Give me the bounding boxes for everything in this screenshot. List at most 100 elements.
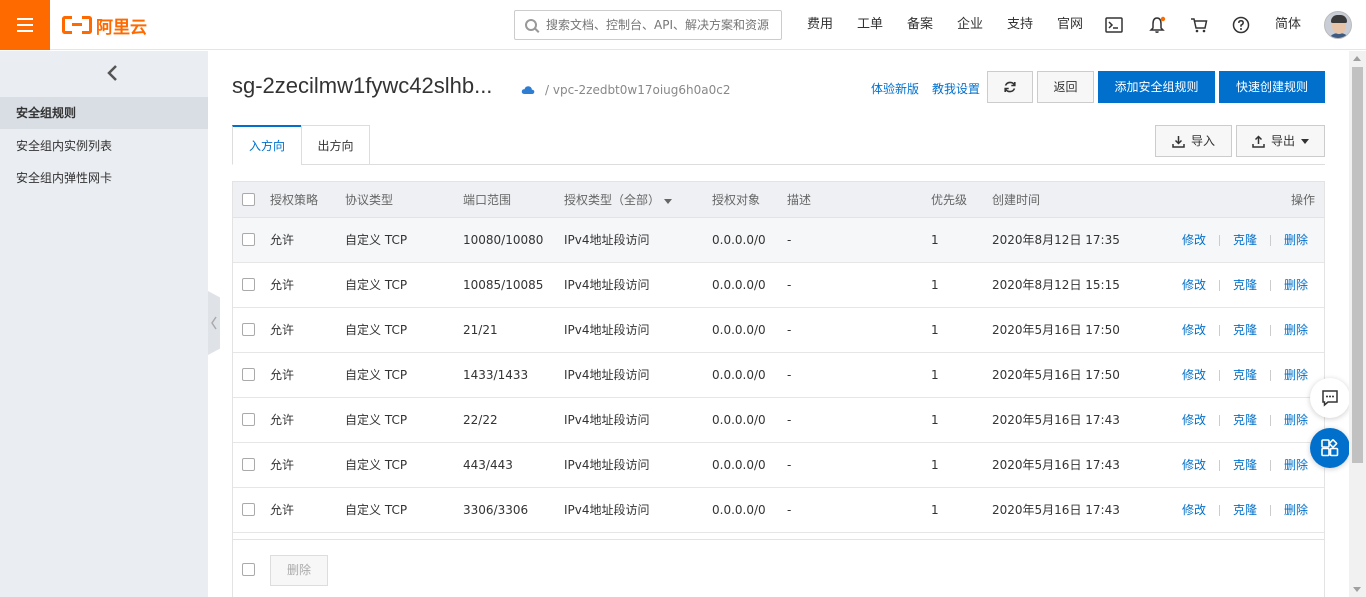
cell-object: 0.0.0.0/0 <box>712 503 766 517</box>
cell-priority: 1 <box>931 503 939 517</box>
delete-link[interactable]: 删除 <box>1284 218 1308 262</box>
row-checkbox[interactable] <box>242 233 255 246</box>
table-row: 允许 自定义 TCP 3306/3306 IPv4地址段访问 0.0.0.0/0 - 1 20… <box>233 488 1324 533</box>
bell-icon[interactable] <box>1147 15 1167 35</box>
apps-float-button[interactable] <box>1310 428 1350 468</box>
refresh-button[interactable] <box>987 71 1033 103</box>
edit-link[interactable]: 修改 <box>1182 218 1206 262</box>
delete-link[interactable]: 删除 <box>1284 353 1308 397</box>
nav-tickets[interactable]: 工单 <box>857 0 883 50</box>
search-box[interactable] <box>514 10 782 40</box>
clone-link[interactable]: 克隆 <box>1233 398 1257 442</box>
nav-enterprise[interactable]: 企业 <box>957 0 983 50</box>
clone-link[interactable]: 克隆 <box>1233 443 1257 487</box>
nav-fees[interactable]: 费用 <box>807 0 833 50</box>
add-rule-button[interactable]: 添加安全组规则 <box>1098 71 1215 103</box>
search-input[interactable] <box>546 18 776 32</box>
footer-select-all-checkbox[interactable] <box>242 563 255 576</box>
edit-link[interactable]: 修改 <box>1182 263 1206 307</box>
batch-delete-button[interactable]: 删除 <box>270 555 328 586</box>
cell-policy: 允许 <box>270 278 295 292</box>
clone-link[interactable]: 克隆 <box>1233 488 1257 532</box>
apps-grid-icon <box>1321 439 1339 457</box>
edit-link[interactable]: 修改 <box>1182 488 1206 532</box>
col-created: 创建时间 <box>992 193 1041 207</box>
cell-auth-type: IPv4地址段访问 <box>564 323 650 337</box>
cell-created: 2020年5月16日 17:43 <box>992 458 1120 472</box>
delete-link[interactable]: 删除 <box>1284 443 1308 487</box>
vpc-cloud-icon <box>521 84 535 98</box>
scroll-down-arrow-icon[interactable] <box>1353 587 1361 592</box>
aliyun-logo[interactable]: 阿里云 <box>62 14 147 38</box>
clone-link[interactable]: 克隆 <box>1233 308 1257 352</box>
chat-float-button[interactable] <box>1310 378 1350 418</box>
row-checkbox[interactable] <box>242 413 255 426</box>
cell-auth-type: IPv4地址段访问 <box>564 368 650 382</box>
back-chevron-icon[interactable] <box>103 63 123 83</box>
col-auth-type-filter[interactable]: 授权类型（全部） <box>564 182 672 218</box>
sidebar-collapse-handle[interactable] <box>208 291 220 355</box>
help-icon[interactable] <box>1231 15 1251 35</box>
vertical-scrollbar[interactable] <box>1349 51 1366 597</box>
col-port: 端口范围 <box>463 193 512 207</box>
action-separator <box>1270 370 1271 381</box>
quick-create-rule-button[interactable]: 快速创建规则 <box>1219 71 1325 103</box>
cart-icon[interactable] <box>1189 15 1209 35</box>
cell-protocol: 自定义 TCP <box>345 323 408 337</box>
edit-link[interactable]: 修改 <box>1182 443 1206 487</box>
row-checkbox[interactable] <box>242 278 255 291</box>
sidebar-item-rules[interactable]: 安全组规则 <box>0 97 208 129</box>
row-checkbox[interactable] <box>242 368 255 381</box>
sidebar-item-instances[interactable]: 安全组内实例列表 <box>0 130 208 162</box>
cell-port: 22/22 <box>463 413 498 427</box>
nav-support[interactable]: 支持 <box>1007 0 1033 50</box>
row-checkbox[interactable] <box>242 458 255 471</box>
import-button[interactable]: 导入 <box>1155 125 1232 157</box>
delete-link[interactable]: 删除 <box>1284 488 1308 532</box>
select-all-checkbox[interactable] <box>242 193 255 206</box>
export-button[interactable]: 导出 <box>1236 125 1325 157</box>
action-separator <box>1219 280 1220 291</box>
scroll-up-arrow-icon[interactable] <box>1353 56 1361 61</box>
clone-link[interactable]: 克隆 <box>1233 353 1257 397</box>
clone-link[interactable]: 克隆 <box>1233 263 1257 307</box>
caret-down-icon <box>1301 138 1309 144</box>
delete-link[interactable]: 删除 <box>1284 308 1308 352</box>
scrollbar-thumb[interactable] <box>1352 67 1363 463</box>
action-separator <box>1219 460 1220 471</box>
edit-link[interactable]: 修改 <box>1182 308 1206 352</box>
vpc-id[interactable]: / vpc-2zedbt0w17oiug6h0a0c2 <box>545 83 730 97</box>
cell-port: 443/443 <box>463 458 513 472</box>
hamburger-menu-icon[interactable] <box>0 0 50 50</box>
terminal-icon[interactable] <box>1104 15 1124 35</box>
sidebar-item-eni[interactable]: 安全组内弹性网卡 <box>0 162 208 194</box>
export-label: 导出 <box>1270 134 1295 148</box>
cell-object: 0.0.0.0/0 <box>712 233 766 247</box>
cell-object: 0.0.0.0/0 <box>712 278 766 292</box>
delete-link[interactable]: 删除 <box>1284 263 1308 307</box>
language-switch[interactable]: 简体 <box>1275 0 1301 50</box>
cell-protocol: 自定义 TCP <box>345 458 408 472</box>
row-checkbox[interactable] <box>242 323 255 336</box>
clone-link[interactable]: 克隆 <box>1233 218 1257 262</box>
delete-link[interactable]: 删除 <box>1284 398 1308 442</box>
tabs-divider <box>232 164 1325 165</box>
cell-priority: 1 <box>931 323 939 337</box>
back-button[interactable]: 返回 <box>1037 71 1094 103</box>
teach-me-link[interactable]: 教我设置 <box>932 80 980 97</box>
action-separator <box>1219 235 1220 246</box>
nav-official-site[interactable]: 官网 <box>1057 0 1083 50</box>
cell-desc: - <box>787 368 792 382</box>
user-avatar[interactable] <box>1324 11 1352 39</box>
edit-link[interactable]: 修改 <box>1182 398 1206 442</box>
row-checkbox[interactable] <box>242 503 255 516</box>
table-row: 允许 自定义 TCP 22/22 IPv4地址段访问 0.0.0.0/0 - 1 2020年5… <box>233 398 1324 443</box>
edit-link[interactable]: 修改 <box>1182 353 1206 397</box>
tab-outbound[interactable]: 出方向 <box>301 125 370 165</box>
cell-protocol: 自定义 TCP <box>345 368 408 382</box>
cell-created: 2020年5月16日 17:50 <box>992 368 1120 382</box>
nav-icp[interactable]: 备案 <box>907 0 933 50</box>
try-new-version-link[interactable]: 体验新版 <box>871 80 919 97</box>
table-row: 允许 自定义 TCP 10085/10085 IPv4地址段访问 0.0.0.0/0 - 1… <box>233 263 1324 308</box>
tab-inbound[interactable]: 入方向 <box>232 125 302 165</box>
